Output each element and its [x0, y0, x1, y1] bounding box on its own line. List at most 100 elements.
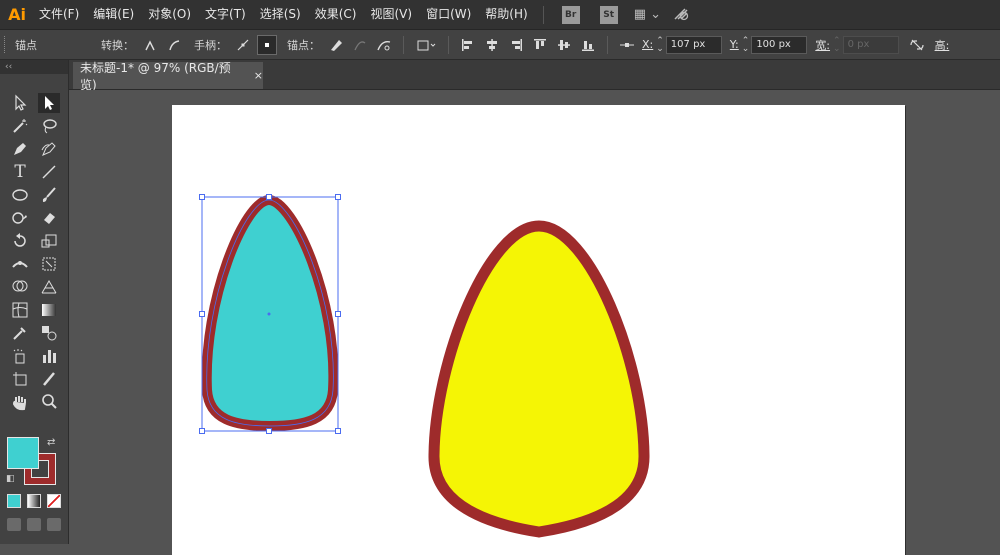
- selection-handle[interactable]: [199, 428, 205, 434]
- anchor-panel-label: 锚点: [15, 38, 37, 52]
- menu-edit[interactable]: 编辑(E): [86, 0, 141, 29]
- show-handles-icon[interactable]: [233, 35, 253, 55]
- align-bottom-icon[interactable]: [578, 35, 598, 55]
- perspective-grid-tool-icon[interactable]: [38, 277, 60, 297]
- y-spinner-icon[interactable]: ⌃ ⌄: [742, 36, 750, 53]
- width-input[interactable]: 0 px: [842, 35, 899, 54]
- swap-fill-stroke-icon[interactable]: ⇄: [47, 437, 55, 448]
- width-spinner-icon[interactable]: ⌃ ⌄: [833, 36, 841, 53]
- ellipse-tool-icon[interactable]: [9, 185, 31, 205]
- type-tool-icon[interactable]: T: [9, 162, 31, 182]
- symbol-sprayer-tool-icon[interactable]: [9, 346, 31, 366]
- align-top-icon[interactable]: [530, 35, 550, 55]
- column-graph-tool-icon[interactable]: [38, 346, 60, 366]
- width-label: 宽:: [815, 38, 831, 52]
- panel-grip[interactable]: [4, 36, 9, 53]
- menu-object[interactable]: 对象(O): [141, 0, 198, 29]
- pen-tool-icon[interactable]: [9, 139, 31, 159]
- shape-builder-tool-icon[interactable]: [9, 277, 31, 297]
- stock-button[interactable]: St: [599, 5, 618, 24]
- paintbrush-tool-icon[interactable]: [38, 185, 60, 205]
- gradient-tool-icon[interactable]: [38, 300, 60, 320]
- mesh-tool-icon[interactable]: [9, 300, 31, 320]
- menu-file[interactable]: 文件(F): [32, 0, 86, 29]
- shaper-tool-icon[interactable]: [9, 208, 31, 228]
- control-divider: [448, 35, 449, 54]
- eraser-tool-icon[interactable]: [38, 208, 60, 228]
- selection-handle[interactable]: [335, 428, 341, 434]
- height-label: 高:: [934, 38, 950, 52]
- gpu-performance-icon[interactable]: [673, 5, 689, 25]
- tools-panel: ‹‹ T ⇄ ◧: [0, 60, 69, 544]
- remove-anchor-icon[interactable]: [326, 35, 346, 55]
- workspace-layout-icon[interactable]: ▦ ⌄: [634, 7, 661, 22]
- reference-point-icon[interactable]: [617, 35, 637, 55]
- align-center-icon[interactable]: [482, 35, 502, 55]
- direct-selection-tool-icon[interactable]: [38, 92, 60, 113]
- x-input[interactable]: 107 px: [665, 35, 722, 54]
- draw-normal-icon[interactable]: [7, 518, 21, 531]
- none-mode-icon[interactable]: [47, 494, 61, 508]
- draw-behind-icon[interactable]: [27, 518, 41, 531]
- close-tab-icon[interactable]: ×: [254, 69, 263, 82]
- rotate-tool-icon[interactable]: [9, 231, 31, 251]
- eyedropper-tool-icon[interactable]: [9, 323, 31, 343]
- x-label: X:: [642, 38, 654, 51]
- align-left-icon[interactable]: [458, 35, 478, 55]
- default-fill-stroke-icon[interactable]: ◧: [6, 474, 15, 484]
- selection-handle[interactable]: [199, 194, 205, 200]
- hand-tool-icon[interactable]: [9, 392, 31, 412]
- align-middle-icon[interactable]: [554, 35, 574, 55]
- selection-handle[interactable]: [199, 311, 205, 317]
- draw-inside-icon[interactable]: [47, 518, 61, 531]
- canvas-area[interactable]: [69, 90, 1000, 555]
- zoom-tool-icon[interactable]: [38, 392, 60, 412]
- curvature-tool-icon[interactable]: [38, 139, 60, 159]
- selection-handle[interactable]: [266, 428, 272, 434]
- x-spinner-icon[interactable]: ⌃ ⌄: [656, 36, 664, 53]
- y-input[interactable]: 100 px: [751, 35, 808, 54]
- transform-reference-icon[interactable]: [413, 35, 439, 55]
- color-mode-icon[interactable]: [7, 494, 21, 508]
- collapse-toolbar-icon[interactable]: ‹‹: [0, 60, 68, 74]
- menu-view[interactable]: 视图(V): [363, 0, 419, 29]
- selection-handle[interactable]: [335, 311, 341, 317]
- menu-divider: [542, 5, 544, 24]
- blend-tool-icon[interactable]: [38, 323, 60, 343]
- connect-anchor-icon[interactable]: [350, 35, 370, 55]
- control-divider: [607, 35, 608, 54]
- selection-handle[interactable]: [266, 194, 272, 200]
- fill-color-swatch[interactable]: [7, 437, 39, 469]
- selection-handle[interactable]: [335, 194, 341, 200]
- app-logo: Ai: [8, 5, 26, 24]
- cut-path-icon[interactable]: [374, 35, 394, 55]
- artboard-tool-icon[interactable]: [9, 369, 31, 389]
- hide-handles-icon[interactable]: [257, 34, 277, 55]
- menu-select[interactable]: 选择(S): [253, 0, 308, 29]
- yellow-egg-shape[interactable]: [428, 220, 650, 538]
- menu-window[interactable]: 窗口(W): [419, 0, 478, 29]
- document-tab[interactable]: 未标题-1* @ 97% (RGB/预览) ×: [73, 61, 263, 92]
- lasso-tool-icon[interactable]: [38, 116, 60, 136]
- magic-wand-tool-icon[interactable]: [9, 116, 31, 136]
- bridge-button[interactable]: Br: [561, 5, 580, 24]
- gradient-mode-icon[interactable]: [27, 494, 41, 508]
- line-segment-tool-icon[interactable]: [38, 162, 60, 182]
- selection-tool-icon[interactable]: [9, 93, 31, 113]
- slice-tool-icon[interactable]: [38, 369, 60, 389]
- y-label: Y:: [729, 38, 739, 51]
- scale-tool-icon[interactable]: [38, 231, 60, 251]
- menu-type[interactable]: 文字(T): [198, 0, 253, 29]
- convert-smooth-icon[interactable]: [164, 35, 184, 55]
- menu-help[interactable]: 帮助(H): [478, 0, 534, 29]
- width-tool-icon[interactable]: [9, 254, 31, 274]
- align-right-icon[interactable]: [506, 35, 526, 55]
- handles-label: 手柄：: [194, 38, 227, 52]
- control-bar: 锚点 转换： 手柄： 锚点： X: ⌃ ⌄ 107 px Y: ⌃ ⌄ 100 …: [0, 30, 1000, 60]
- convert-label: 转换：: [101, 38, 134, 52]
- convert-corner-icon[interactable]: [140, 35, 160, 55]
- free-transform-tool-icon[interactable]: [38, 254, 60, 274]
- anchors-label: 锚点：: [287, 38, 320, 52]
- menu-effect[interactable]: 效果(C): [308, 0, 364, 29]
- constrain-proportions-icon[interactable]: [907, 35, 927, 55]
